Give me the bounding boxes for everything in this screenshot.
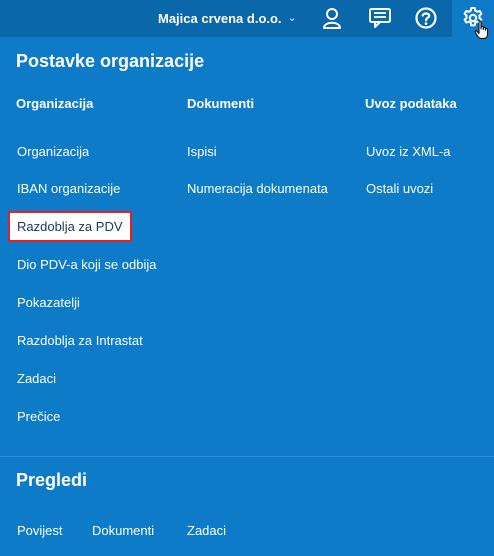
link-uvoz-iz-xml-a[interactable]: Uvoz iz XML-a xyxy=(366,144,451,160)
top-bar: Majica crvena d.o.o. ⌄ xyxy=(0,0,494,40)
link-precice[interactable]: Prečice xyxy=(17,409,60,425)
link-povijest[interactable]: Povijest xyxy=(17,523,63,539)
link-pokazatelji[interactable]: Pokazatelji xyxy=(17,295,80,311)
column-heading-uvoz-podataka: Uvoz podataka xyxy=(365,96,457,111)
link-pregledi-zadaci[interactable]: Zadaci xyxy=(187,523,226,539)
link-razdoblja-za-intrastat[interactable]: Razdoblja za Intrastat xyxy=(17,333,143,349)
organization-name: Majica crvena d.o.o. xyxy=(158,11,282,26)
column-heading-organizacija: Organizacija xyxy=(16,96,94,111)
link-dio-pdv-a-koji-se-odbija[interactable]: Dio PDV-a koji se odbija xyxy=(17,257,156,273)
settings-section-title: Postavke organizacije xyxy=(16,51,205,71)
organization-selector[interactable]: Majica crvena d.o.o. ⌄ xyxy=(158,0,297,37)
hand-cursor-icon xyxy=(474,20,490,45)
user-icon[interactable] xyxy=(319,6,345,30)
link-ispisi[interactable]: Ispisi xyxy=(187,144,217,160)
messages-icon[interactable] xyxy=(367,6,393,30)
link-zadaci[interactable]: Zadaci xyxy=(17,371,56,387)
column-heading-dokumenti: Dokumenti xyxy=(187,96,255,111)
link-numeracija-dokumenata[interactable]: Numeracija dokumenata xyxy=(187,181,328,197)
chevron-down-icon: ⌄ xyxy=(287,12,297,24)
reviews-section-title: Pregledi xyxy=(16,470,88,490)
link-organizacija[interactable]: Organizacija xyxy=(17,144,89,160)
link-dokumenti[interactable]: Dokumenti xyxy=(92,523,154,539)
link-iban-organizacije[interactable]: IBAN organizacije xyxy=(17,181,120,197)
help-icon[interactable] xyxy=(413,6,439,30)
settings-button[interactable] xyxy=(452,0,494,40)
link-ostali-uvozi[interactable]: Ostali uvozi xyxy=(366,181,433,197)
link-razdoblja-za-pdv[interactable]: Razdoblja za PDV xyxy=(17,219,123,235)
section-divider xyxy=(0,456,494,457)
